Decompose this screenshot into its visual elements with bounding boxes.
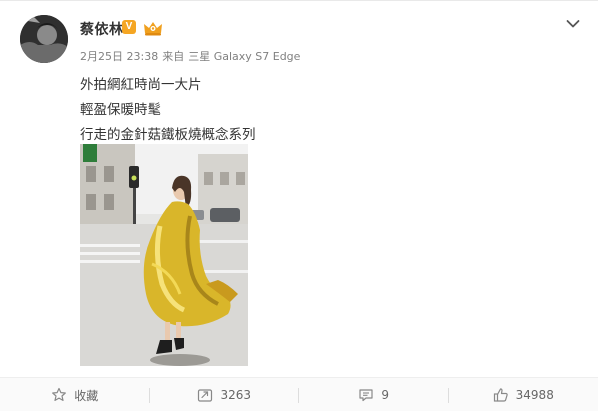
street-photo-gold-cape-icon — [80, 144, 248, 366]
post-timestamp[interactable]: 2月25日 23:38 — [80, 50, 158, 63]
repost-count: 3263 — [220, 388, 252, 402]
source-prefix: 来自 — [162, 50, 185, 63]
star-icon — [52, 387, 67, 401]
weibo-post-card: 蔡依林 V 2月25日 23:38 来自 三星 Galaxy S7 Edge 外拍網… — [0, 0, 598, 411]
comment-count: 9 — [381, 388, 390, 402]
post-meta: 2月25日 23:38 来自 三星 Galaxy S7 Edge — [80, 48, 304, 64]
author-name[interactable]: 蔡依林 — [80, 19, 124, 39]
verified-badge-icon: V — [122, 20, 136, 34]
source-device[interactable]: 三星 Galaxy S7 Edge — [188, 50, 300, 63]
post-image[interactable] — [80, 144, 248, 366]
avatar[interactable] — [20, 15, 68, 63]
post-text-line: 輕盈保暖時髦 — [80, 102, 161, 118]
post-text-line: 外拍網紅時尚一大片 — [80, 77, 202, 93]
comment-button[interactable]: 9 — [299, 378, 449, 411]
favorite-button[interactable]: 收藏 — [0, 378, 150, 411]
like-count: 34988 — [515, 388, 554, 402]
favorite-label: 收藏 — [74, 388, 99, 403]
chevron-down-icon[interactable] — [566, 19, 580, 29]
comment-icon — [359, 389, 374, 402]
repost-icon — [198, 389, 213, 402]
action-bar: 收藏 3263 9 34988 — [0, 377, 598, 411]
like-button[interactable]: 34988 — [449, 378, 598, 411]
thumbs-up-icon — [493, 388, 508, 402]
avatar-photo-icon — [20, 15, 68, 63]
vip-member-icon[interactable] — [142, 19, 164, 37]
post-text: 外拍網紅時尚一大片 輕盈保暖時髦 行走的金針菇鐵板燒概念系列 — [80, 73, 256, 148]
repost-button[interactable]: 3263 — [150, 378, 300, 411]
